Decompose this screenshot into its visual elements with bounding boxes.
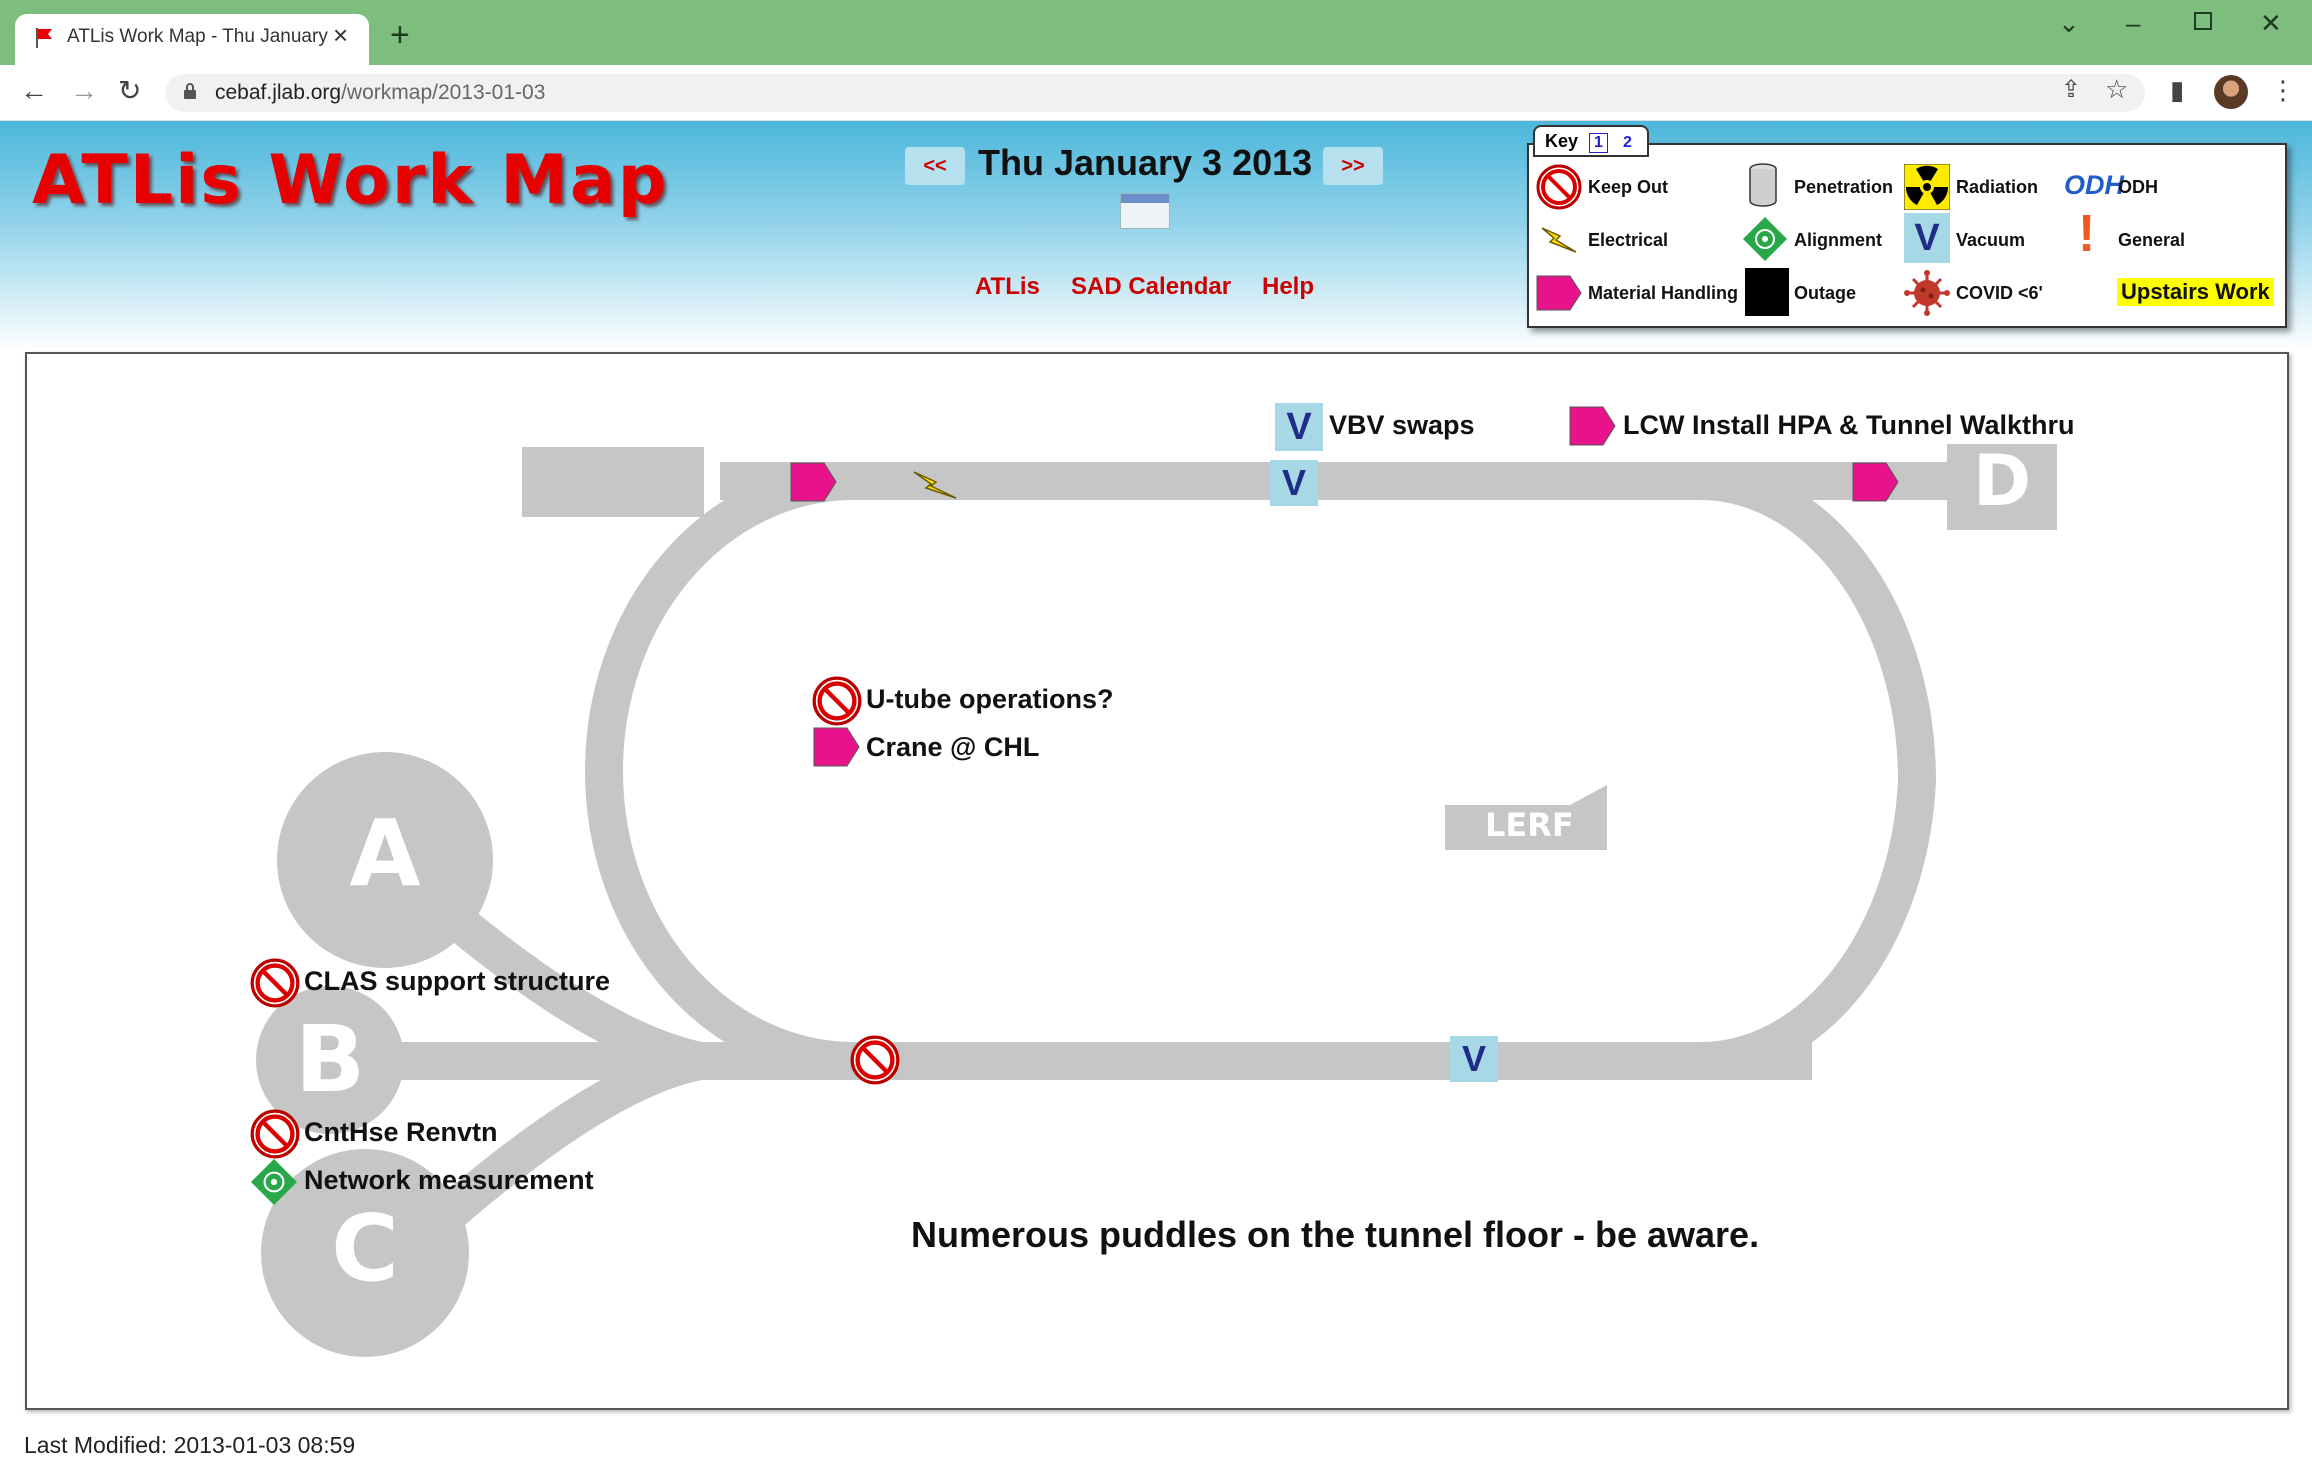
- hall-b-label: B: [294, 1006, 366, 1113]
- vbv-vacuum-icon: V: [1275, 403, 1323, 451]
- cnthse-keep-out-icon: [250, 1109, 300, 1159]
- hall-d-label: D: [1972, 440, 2032, 522]
- racetrack-path: [584, 462, 1937, 1081]
- crane-chl-label[interactable]: Crane @ CHL: [866, 732, 1039, 763]
- utube-operations-label[interactable]: U-tube operations?: [866, 684, 1114, 715]
- vbv-swaps-label[interactable]: VBV swaps: [1329, 410, 1475, 441]
- material-handling-marker-d[interactable]: [1852, 462, 1900, 502]
- electrical-marker[interactable]: [912, 468, 960, 502]
- network-measurement-label[interactable]: Network measurement: [304, 1165, 594, 1196]
- cnthse-renvtn-label[interactable]: CntHse Renvtn: [304, 1117, 498, 1148]
- hall-c-label: C: [331, 1195, 399, 1302]
- clas-support-label[interactable]: CLAS support structure: [304, 966, 610, 997]
- clas-keep-out-icon: [250, 958, 300, 1008]
- hall-a-label: A: [349, 800, 421, 907]
- lerf-roof: [1570, 785, 1607, 805]
- lcw-install-label[interactable]: LCW Install HPA & Tunnel Walkthru: [1623, 410, 2075, 441]
- notice-message: Numerous puddles on the tunnel floor - b…: [911, 1214, 1760, 1255]
- utube-keep-out-icon: [812, 676, 862, 726]
- last-modified: Last Modified: 2013-01-03 08:59: [24, 1432, 356, 1458]
- injector-block: [522, 447, 704, 517]
- network-alignment-icon: [251, 1159, 297, 1205]
- material-handling-marker-injector[interactable]: [790, 462, 838, 502]
- lcw-material-handling-icon: [1569, 406, 1616, 446]
- vacuum-marker-north[interactable]: V: [1270, 460, 1318, 506]
- lerf-label: LERF: [1485, 806, 1574, 844]
- keep-out-marker-south[interactable]: [850, 1035, 900, 1085]
- crane-material-handling-icon: [813, 727, 860, 767]
- vacuum-marker-south[interactable]: V: [1450, 1036, 1498, 1082]
